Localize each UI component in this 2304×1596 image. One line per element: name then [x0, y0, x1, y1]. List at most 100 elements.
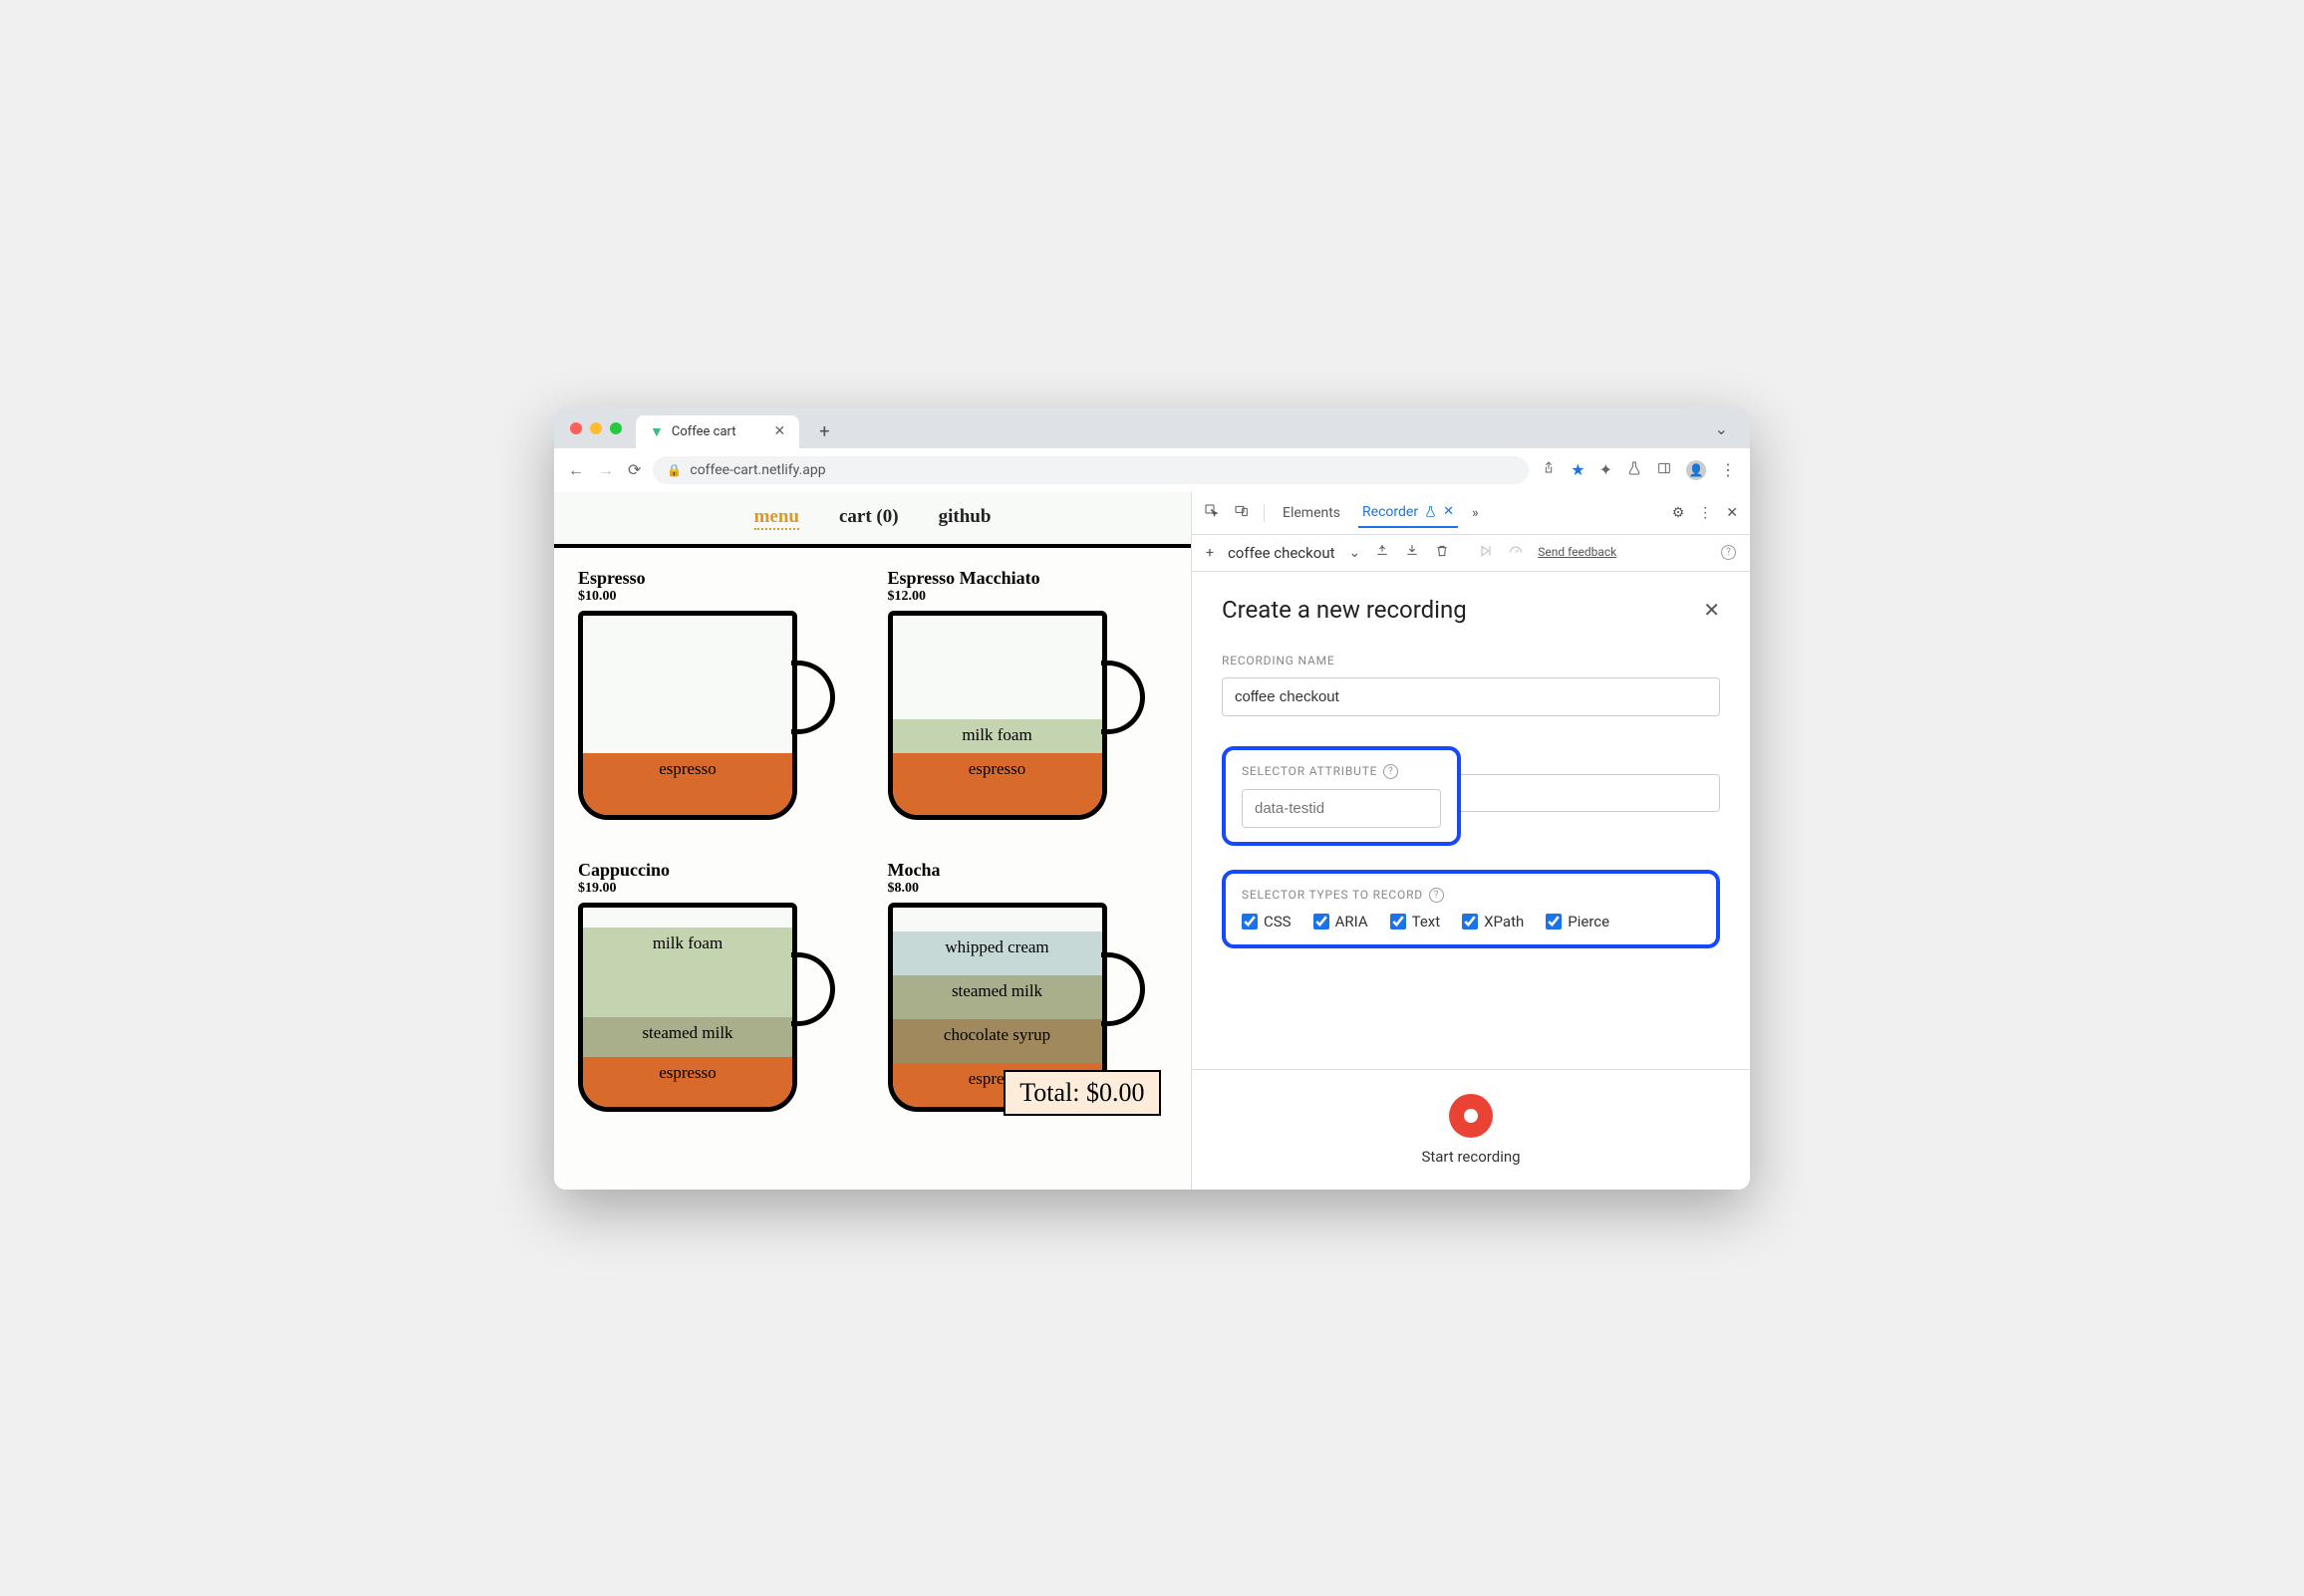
vue-icon: ▼ — [650, 423, 664, 440]
browser-tab[interactable]: ▼ Coffee cart ✕ — [636, 415, 799, 448]
device-toggle-icon[interactable] — [1234, 503, 1250, 523]
cup[interactable]: milk foamsteamed milkespresso — [578, 903, 837, 1122]
selector-attribute-input-extension[interactable] — [1461, 774, 1720, 812]
flow-dropdown-icon[interactable]: ⌄ — [1349, 545, 1361, 561]
cup[interactable]: whipped creamsteamed milkchocolate syrup… — [888, 903, 1147, 1122]
cup-layer: espresso — [583, 1057, 792, 1107]
selector-attr-help-icon[interactable]: ? — [1383, 764, 1398, 779]
maximize-window-button[interactable] — [610, 422, 622, 434]
flow-name-select[interactable]: coffee checkout — [1228, 544, 1335, 562]
labs-icon[interactable] — [1626, 460, 1642, 480]
close-tab-button[interactable]: ✕ — [774, 423, 786, 439]
cup-layer: steamed milk — [893, 975, 1102, 1019]
selector-attribute-input[interactable] — [1242, 789, 1441, 828]
checkbox-label: Text — [1412, 913, 1441, 931]
page-content: menu cart (0) github Espresso$10.00espre… — [554, 492, 1192, 1190]
tabs-dropdown-button[interactable]: ⌄ — [1715, 419, 1738, 444]
url-field[interactable]: 🔒 coffee-cart.netlify.app — [653, 456, 1529, 484]
cup-handle — [791, 661, 835, 734]
cup-layer: whipped cream — [893, 931, 1102, 975]
close-panel-button[interactable]: ✕ — [1703, 598, 1720, 622]
send-feedback-link[interactable]: Send feedback — [1538, 545, 1616, 559]
cup[interactable]: milk foamespresso — [888, 611, 1147, 830]
product-name: Mocha — [888, 860, 1168, 881]
selector-attribute-highlight: SELECTOR ATTRIBUTE ? — [1222, 746, 1461, 846]
help-icon[interactable]: ? — [1721, 545, 1736, 560]
selector-types-label: SELECTOR TYPES TO RECORD — [1242, 888, 1423, 902]
record-icon — [1464, 1109, 1478, 1123]
lock-icon: 🔒 — [667, 463, 682, 477]
export-icon[interactable] — [1374, 543, 1390, 563]
close-window-button[interactable] — [570, 422, 582, 434]
create-recording-panel: Create a new recording ✕ RECORDING NAME … — [1192, 572, 1750, 1069]
selector-type-checkbox[interactable]: CSS — [1242, 913, 1292, 931]
selector-type-checkbox[interactable]: ARIA — [1313, 913, 1368, 931]
new-recording-icon[interactable]: + — [1206, 545, 1214, 561]
cup-handle — [1101, 661, 1145, 734]
inspect-icon[interactable] — [1204, 503, 1220, 523]
reload-button[interactable]: ⟳ — [628, 460, 641, 479]
forward-button[interactable]: → — [598, 460, 614, 480]
cup-layer: espresso — [583, 753, 792, 815]
new-tab-button[interactable]: + — [809, 415, 839, 448]
delete-icon[interactable] — [1434, 543, 1450, 563]
titlebar: ▼ Coffee cart ✕ + ⌄ — [554, 407, 1750, 448]
speed-icon[interactable] — [1508, 543, 1524, 563]
minimize-window-button[interactable] — [590, 422, 602, 434]
devtools-tabbar: Elements Recorder ✕ » ⚙ ⋮ ✕ — [1192, 492, 1750, 535]
start-recording-button[interactable] — [1449, 1094, 1493, 1138]
cup-handle — [1101, 952, 1145, 1026]
cup-layer: milk foam — [893, 719, 1102, 753]
selector-types-help-icon[interactable]: ? — [1429, 888, 1444, 903]
cup-layer: milk foam — [583, 928, 792, 1017]
product-name: Cappuccino — [578, 860, 858, 881]
extensions-icon[interactable]: ✦ — [1599, 460, 1612, 479]
share-icon[interactable] — [1541, 460, 1557, 480]
back-button[interactable]: ← — [568, 460, 584, 480]
import-icon[interactable] — [1404, 543, 1420, 563]
devtools-panel: Elements Recorder ✕ » ⚙ ⋮ ✕ + coffee che… — [1192, 492, 1750, 1190]
recording-name-input[interactable] — [1222, 677, 1720, 716]
total-badge[interactable]: Total: $0.00 — [1004, 1070, 1160, 1116]
selector-types-highlight: SELECTOR TYPES TO RECORD ? CSS ARIA Text XP… — [1222, 870, 1720, 948]
nav-cart[interactable]: cart (0) — [839, 506, 899, 530]
checkbox-label: ARIA — [1335, 913, 1368, 931]
checkbox-label: XPath — [1484, 913, 1524, 931]
product-name: Espresso Macchiato — [888, 568, 1168, 589]
recording-name-label: RECORDING NAME — [1222, 654, 1720, 667]
cup-handle — [791, 952, 835, 1026]
side-panel-icon[interactable] — [1656, 460, 1672, 480]
settings-icon[interactable]: ⚙ — [1672, 505, 1685, 521]
browser-window: ▼ Coffee cart ✕ + ⌄ ← → ⟳ 🔒 coffee-cart.… — [554, 407, 1750, 1190]
kebab-menu-icon[interactable]: ⋮ — [1720, 460, 1736, 479]
nav-github[interactable]: github — [939, 506, 992, 530]
start-recording-label: Start recording — [1216, 1148, 1726, 1166]
address-bar: ← → ⟳ 🔒 coffee-cart.netlify.app ★ ✦ 👤 ⋮ — [554, 448, 1750, 492]
selector-type-checkbox[interactable]: XPath — [1462, 913, 1524, 931]
close-devtools-icon[interactable]: ✕ — [1726, 505, 1738, 521]
cup[interactable]: espresso — [578, 611, 837, 830]
bookmark-icon[interactable]: ★ — [1571, 460, 1584, 479]
product-price: $10.00 — [578, 589, 858, 605]
products-grid: Espresso$10.00espressoEspresso Macchiato… — [554, 548, 1191, 1142]
checkbox-label: CSS — [1264, 913, 1292, 931]
devtools-menu-icon[interactable]: ⋮ — [1698, 505, 1712, 521]
product-card: Cappuccino$19.00milk foamsteamed milkesp… — [578, 860, 858, 1122]
checkbox-label: Pierce — [1568, 913, 1609, 931]
url-text: coffee-cart.netlify.app — [690, 462, 825, 478]
page-nav: menu cart (0) github — [554, 492, 1191, 544]
cup-layer: chocolate syrup — [893, 1019, 1102, 1063]
tab-recorder[interactable]: Recorder ✕ — [1358, 498, 1458, 528]
more-tabs-icon[interactable]: » — [1472, 505, 1479, 521]
selector-type-checkbox[interactable]: Pierce — [1546, 913, 1609, 931]
close-panel-tab-icon[interactable]: ✕ — [1443, 504, 1454, 519]
product-price: $12.00 — [888, 589, 1168, 605]
profile-icon[interactable]: 👤 — [1686, 460, 1706, 480]
tab-elements[interactable]: Elements — [1279, 499, 1344, 527]
tab-title: Coffee cart — [672, 424, 736, 439]
traffic-lights — [566, 422, 626, 440]
selector-type-checkbox[interactable]: Text — [1390, 913, 1441, 931]
replay-icon[interactable] — [1478, 543, 1494, 563]
recorder-toolbar: + coffee checkout ⌄ Se — [1192, 535, 1750, 572]
nav-menu[interactable]: menu — [754, 506, 799, 530]
